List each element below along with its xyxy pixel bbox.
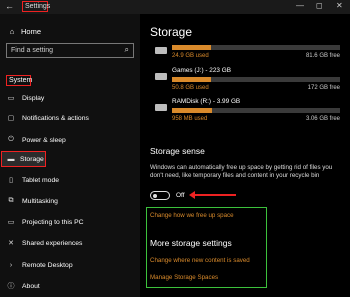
sidebar-item-label: About: [22, 282, 40, 290]
home-icon: ⌂: [9, 27, 15, 36]
sidebar-item-notifications[interactable]: ▢ Notifications & actions: [6, 111, 89, 125]
drive-used: 50.8 GB used: [172, 85, 209, 91]
sidebar-item-label: Remote Desktop: [22, 261, 73, 269]
search-input[interactable]: Find a setting ⌕: [6, 43, 134, 58]
maximize-button[interactable]: ◻: [316, 1, 323, 10]
storage-sense-toggle[interactable]: [150, 191, 170, 200]
back-arrow-icon[interactable]: ←: [5, 1, 14, 11]
sidebar-item-label: Power & sleep: [22, 136, 66, 144]
sidebar-item-projecting[interactable]: ▭ Projecting to this PC: [6, 215, 84, 229]
drive-name[interactable]: Games (J:) - 223 GB: [172, 67, 231, 74]
home-label: Home: [21, 27, 42, 36]
search-icon[interactable]: ⌕: [125, 45, 129, 55]
page-title: Storage: [150, 25, 193, 39]
multitasking-icon: ⧉: [8, 197, 14, 204]
sidebar-item-label: Shared experiences: [22, 239, 83, 247]
power-icon: ⏻: [8, 136, 14, 143]
projecting-icon: ▭: [7, 219, 15, 226]
drive-icon: [155, 73, 167, 80]
sidebar-item-display[interactable]: ▭ Display: [6, 91, 45, 105]
drive-usage-bar[interactable]: [172, 45, 340, 50]
shared-icon: ✕: [8, 240, 14, 247]
sidebar-item-label: Tablet mode: [22, 176, 60, 184]
sidebar-item-storage[interactable]: ▬ Storage: [2, 152, 45, 166]
drive-free: 81.6 GB free: [305, 53, 340, 59]
toggle-state-label: Off: [176, 192, 185, 199]
remote-desktop-icon: ›: [9, 261, 13, 269]
close-button[interactable]: ✕: [336, 1, 343, 10]
sidebar-item-label: Multitasking: [22, 197, 58, 205]
search-placeholder: Find a setting: [11, 47, 54, 54]
sidebar-item-remote-desktop[interactable]: › Remote Desktop: [6, 258, 73, 272]
drive-used: 958 MB used: [172, 116, 208, 122]
drive-used: 24.9 GB used: [172, 53, 209, 59]
change-free-space-link[interactable]: Change how we free up space: [150, 212, 234, 219]
manage-storage-spaces-link[interactable]: Manage Storage Spaces: [150, 274, 218, 281]
storage-sense-heading: Storage sense: [150, 146, 205, 156]
sidebar-item-power[interactable]: ⏻ Power & sleep: [6, 133, 66, 147]
sidebar-item-label: Notifications & actions: [22, 114, 89, 122]
sidebar-item-about[interactable]: ⓘ About: [6, 279, 40, 293]
sidebar-item-label: Storage: [20, 155, 44, 163]
sidebar-item-label: Projecting to this PC: [22, 218, 84, 226]
storage-icon: ▬: [7, 155, 15, 163]
sidebar-item-tablet[interactable]: ▯ Tablet mode: [6, 173, 59, 187]
minimize-button[interactable]: —: [296, 1, 304, 10]
sidebar-item-label: Display: [22, 94, 45, 102]
sidebar-home[interactable]: ⌂ Home: [7, 27, 41, 36]
change-new-content-link[interactable]: Change where new content is saved: [150, 257, 250, 264]
sidebar-item-shared[interactable]: ✕ Shared experiences: [6, 236, 82, 250]
toggle-knob: [153, 193, 157, 198]
window-title: Settings: [25, 3, 51, 10]
display-icon: ▭: [7, 95, 15, 102]
notifications-icon: ▢: [7, 115, 15, 122]
drive-usage-bar[interactable]: [172, 108, 340, 113]
drive-usage-bar[interactable]: [172, 77, 340, 82]
tablet-icon: ▯: [9, 177, 13, 184]
sidebar-item-multitasking[interactable]: ⧉ Multitasking: [6, 194, 58, 208]
more-storage-heading: More storage settings: [150, 238, 232, 248]
drive-icon: [155, 104, 167, 111]
drive-free: 3.06 GB free: [305, 116, 340, 122]
about-icon: ⓘ: [7, 283, 15, 290]
drive-name[interactable]: RAMDisk (R:) - 3.99 GB: [172, 98, 240, 105]
section-header-system: System: [6, 75, 33, 86]
storage-sense-description: Windows can automatically free up space …: [150, 164, 333, 179]
title-bar: ← Settings — ◻ ✕: [0, 0, 350, 14]
drive-icon: [155, 47, 167, 54]
annotation-arrow: [192, 194, 236, 196]
section-header-label: System: [9, 77, 33, 84]
drive-free: 172 GB free: [307, 85, 340, 91]
